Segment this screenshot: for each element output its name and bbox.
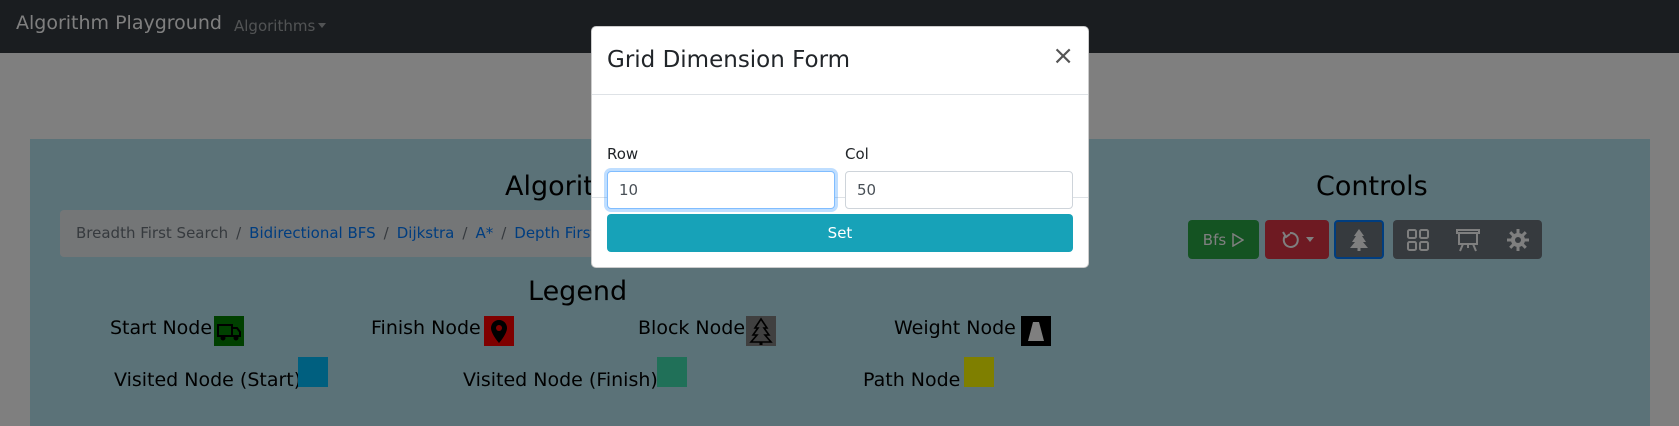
col-label: Col — [845, 145, 869, 163]
close-icon[interactable]: × — [1052, 43, 1074, 69]
row-input[interactable] — [607, 171, 835, 209]
modal-header: Grid Dimension Form × — [592, 27, 1088, 95]
modal-body: Row Col — [592, 95, 1088, 209]
set-button[interactable]: Set — [607, 214, 1073, 252]
grid-dimension-modal: Grid Dimension Form × Row Col Set — [591, 26, 1089, 268]
modal-title: Grid Dimension Form — [607, 47, 851, 73]
col-input[interactable] — [845, 171, 1073, 209]
row-label: Row — [607, 145, 639, 163]
